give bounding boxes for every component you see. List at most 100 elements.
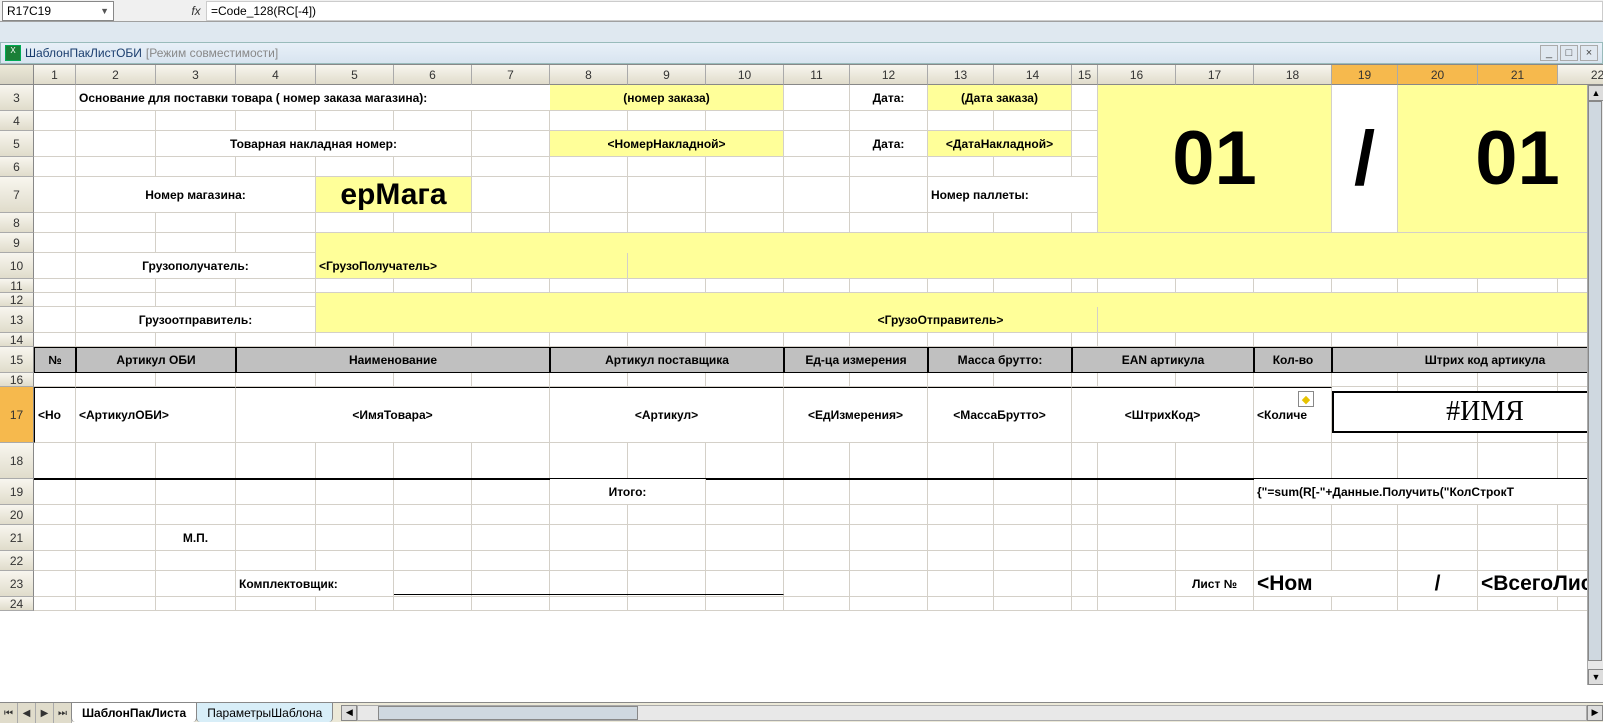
row-header[interactable]: 3: [0, 85, 34, 111]
grid-cell[interactable]: [1478, 373, 1558, 387]
grid-cell[interactable]: [706, 213, 784, 233]
vertical-scrollbar[interactable]: ▲ ▼: [1587, 85, 1603, 685]
grid-cell[interactable]: [76, 333, 156, 347]
grid-cell[interactable]: [784, 571, 850, 597]
grid-cell[interactable]: [1072, 279, 1098, 293]
grid-cell[interactable]: [994, 597, 1072, 611]
grid-cell[interactable]: [316, 505, 394, 525]
grid-cell[interactable]: [994, 213, 1072, 233]
grid-cell[interactable]: [394, 443, 472, 479]
column-header[interactable]: 12: [850, 65, 928, 85]
grid-cell[interactable]: [34, 157, 76, 177]
label-komplekt[interactable]: Комплектовщик:: [236, 571, 394, 597]
row-header[interactable]: 11: [0, 279, 34, 293]
grid-cell[interactable]: [236, 233, 316, 253]
val-no[interactable]: <Но: [34, 387, 76, 443]
grid-cell[interactable]: [1072, 131, 1098, 157]
val-artikul[interactable]: <Артикул>: [550, 387, 784, 443]
grid-cell[interactable]: [550, 333, 628, 347]
grid-cell[interactable]: [472, 111, 550, 131]
row-header[interactable]: 10: [0, 253, 34, 279]
grid-cell[interactable]: [34, 177, 76, 213]
grid-cell[interactable]: [706, 505, 784, 525]
grid-cell[interactable]: [34, 333, 76, 347]
column-header[interactable]: 8: [550, 65, 628, 85]
label-slash[interactable]: /: [1332, 85, 1398, 233]
grid-cell[interactable]: [550, 279, 628, 293]
grid-cell[interactable]: [928, 479, 994, 505]
error-smart-tag-icon[interactable]: [1298, 391, 1314, 407]
grid-cell[interactable]: [928, 111, 994, 131]
grid-cell[interactable]: [1072, 373, 1098, 387]
row-header[interactable]: 19: [0, 479, 34, 505]
hdr-ed-izm[interactable]: Ед-ца измерения: [784, 347, 928, 373]
grid-cell[interactable]: [472, 279, 550, 293]
value-big-01b[interactable]: 01: [1398, 85, 1603, 233]
grid-cell[interactable]: [928, 279, 994, 293]
grid-cell[interactable]: [76, 233, 156, 253]
grid-cell[interactable]: [156, 373, 236, 387]
grid-cell[interactable]: [928, 551, 994, 571]
grid-cell[interactable]: [394, 479, 472, 505]
grid-cell[interactable]: [1072, 111, 1098, 131]
grid-cell[interactable]: [850, 597, 928, 611]
grid-cell[interactable]: [394, 333, 472, 347]
grid-cell[interactable]: [850, 443, 928, 479]
grid-cell[interactable]: [76, 505, 156, 525]
grid-cell[interactable]: [928, 505, 994, 525]
grid-cell[interactable]: [928, 373, 994, 387]
grid-cell[interactable]: [76, 111, 156, 131]
grid-cell[interactable]: [34, 233, 76, 253]
label-gruzootpr[interactable]: Грузоотправитель:: [76, 307, 316, 333]
row-header[interactable]: 14: [0, 333, 34, 347]
grid-cell[interactable]: [1072, 597, 1098, 611]
grid-cell[interactable]: [850, 333, 928, 347]
name-box[interactable]: R17C19 ▼: [2, 1, 114, 21]
grid-cell[interactable]: [236, 373, 316, 387]
grid-cell[interactable]: [1098, 373, 1176, 387]
column-header[interactable]: 18: [1254, 65, 1332, 85]
grid-cell[interactable]: [236, 111, 316, 131]
formula-input[interactable]: =Code_128(RC[-4]): [206, 1, 1603, 21]
row-header[interactable]: 18: [0, 443, 34, 479]
column-header[interactable]: 10: [706, 65, 784, 85]
grid-cell[interactable]: [706, 333, 784, 347]
grid-cell[interactable]: [1398, 333, 1478, 347]
grid-cell[interactable]: [1332, 279, 1398, 293]
sheet-nav-button[interactable]: ⏭: [54, 703, 72, 723]
grid-cell[interactable]: [236, 213, 316, 233]
grid-cell[interactable]: [1098, 571, 1176, 597]
grid-cell[interactable]: [1254, 597, 1332, 611]
grid-cell[interactable]: [34, 373, 76, 387]
hdr-artikul-post[interactable]: Артикул поставщика: [550, 347, 784, 373]
label-mp[interactable]: М.П.: [156, 525, 236, 551]
grid-cell[interactable]: [1176, 373, 1254, 387]
column-header[interactable]: 20: [1398, 65, 1478, 85]
column-header[interactable]: 7: [472, 65, 550, 85]
grid-cell[interactable]: [784, 333, 850, 347]
grid-cell[interactable]: [784, 479, 850, 505]
grid-cell[interactable]: [784, 157, 850, 177]
grid-cell[interactable]: [472, 157, 550, 177]
sheet-nav-button[interactable]: ◀: [18, 703, 36, 723]
grid-cell[interactable]: [236, 479, 316, 505]
grid-cell[interactable]: [394, 373, 472, 387]
grid-cell[interactable]: [156, 571, 236, 597]
column-header[interactable]: 22: [1558, 65, 1603, 85]
row-header[interactable]: 13: [0, 307, 34, 333]
grid-cell[interactable]: [156, 293, 236, 307]
label-itogo[interactable]: Итого:: [550, 479, 706, 505]
grid-cell[interactable]: [1072, 525, 1098, 551]
grid-cell[interactable]: [706, 157, 784, 177]
grid-cell[interactable]: [156, 157, 236, 177]
grid-cell[interactable]: [156, 597, 236, 611]
grid-cell[interactable]: [1478, 525, 1558, 551]
grid-cell[interactable]: [1072, 85, 1098, 111]
grid-cell[interactable]: [928, 597, 994, 611]
grid-cell[interactable]: [550, 177, 628, 213]
grid-cell[interactable]: [706, 279, 784, 293]
vscroll-thumb[interactable]: [1588, 101, 1602, 661]
grid-cell[interactable]: [1332, 373, 1398, 387]
label-osnovanie[interactable]: Основание для поставки товара ( номер за…: [76, 85, 628, 111]
grid-cell[interactable]: [472, 443, 550, 479]
